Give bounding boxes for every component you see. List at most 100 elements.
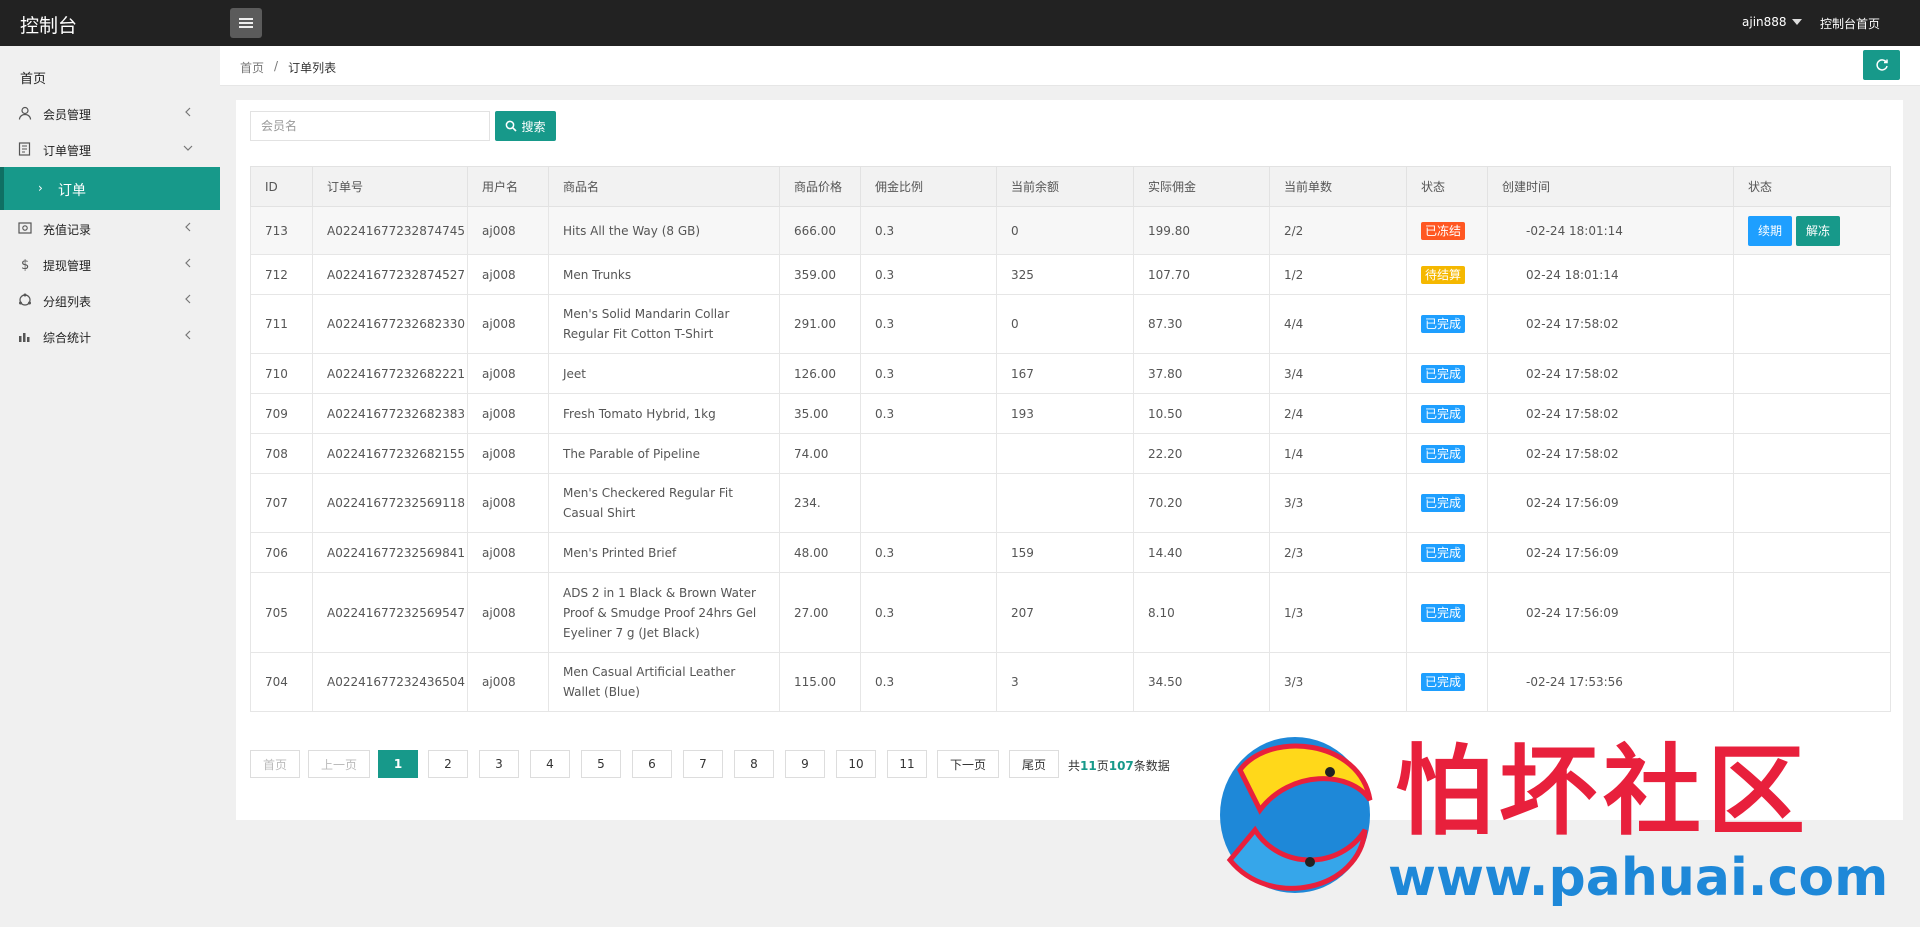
sidebar-item-label: 提现管理 <box>43 259 92 273</box>
cell-status: 待结算 <box>1406 254 1488 295</box>
table-row: 708 A02241677232682155 aj008 The Parable of… <box>250 433 1891 474</box>
page-7-button[interactable]: 7 <box>683 750 723 778</box>
renew-button[interactable]: 续期 <box>1748 215 1793 246</box>
cell-balance <box>996 473 1134 533</box>
top-bar: 控制台 ajin888 控制台首页 <box>0 0 1920 46</box>
cell-created-time: 02-24 17:58:02 <box>1487 433 1734 474</box>
column-header: 状态 <box>1733 166 1891 207</box>
first-page-button[interactable]: 首页 <box>250 750 300 778</box>
cell-product: Fresh Tomato Hybrid, 1kg <box>548 393 780 434</box>
cell-id: 713 <box>250 206 313 255</box>
cell-status: 已完成 <box>1406 532 1488 573</box>
cell-product: Hits All the Way (8 GB) <box>548 206 780 255</box>
status-badge: 已完成 <box>1421 315 1466 333</box>
cell-user: aj008 <box>467 473 549 533</box>
cell-commission: 87.30 <box>1133 294 1270 354</box>
page-2-button[interactable]: 2 <box>428 750 468 778</box>
cell-price: 666.00 <box>779 206 861 255</box>
cell-balance: 193 <box>996 393 1134 434</box>
member-name-search-input[interactable] <box>250 111 490 141</box>
user-icon <box>18 106 32 120</box>
brand-title[interactable]: 控制台 <box>20 11 77 38</box>
order-icon <box>18 142 31 156</box>
cell-status: 已完成 <box>1406 473 1488 533</box>
cell-price: 48.00 <box>779 532 861 573</box>
cell-count: 1/3 <box>1269 572 1407 653</box>
cell-balance: 3 <box>996 652 1134 712</box>
page-1-button[interactable]: 1 <box>378 750 418 778</box>
cell-commission: 10.50 <box>1133 393 1270 434</box>
cell-product: Men's Printed Brief <box>548 532 780 573</box>
refresh-button[interactable] <box>1863 50 1900 80</box>
cell-commission: 37.80 <box>1133 353 1270 394</box>
sidebar-item-orders[interactable]: 订单管理 <box>0 134 220 164</box>
cell-actions: 续期 解冻 <box>1733 206 1891 255</box>
cell-ratio <box>860 473 997 533</box>
menu-toggle-button[interactable] <box>230 8 262 38</box>
page-8-button[interactable]: 8 <box>734 750 774 778</box>
column-header: 用户名 <box>467 166 549 207</box>
column-header: 订单号 <box>312 166 468 207</box>
breadcrumb-bar: 首页 / 订单列表 <box>220 46 1920 86</box>
pagination-info: 共11页107条数据 <box>1068 757 1170 774</box>
page-6-button[interactable]: 6 <box>632 750 672 778</box>
cell-user: aj008 <box>467 572 549 653</box>
sidebar-item-label: 综合统计 <box>43 331 92 345</box>
chart-icon <box>19 333 30 342</box>
cell-commission: 14.40 <box>1133 532 1270 573</box>
unfreeze-button[interactable]: 解冻 <box>1796 215 1841 246</box>
search-button[interactable]: 搜索 <box>495 111 556 141</box>
cell-product: ADS 2 in 1 Black & Brown Water Proof & S… <box>548 572 780 653</box>
column-header: 创建时间 <box>1487 166 1734 207</box>
cell-user: aj008 <box>467 652 549 712</box>
sidebar-item-groups[interactable]: 分组列表 <box>0 285 220 315</box>
cell-count: 2/3 <box>1269 532 1407 573</box>
page-10-button[interactable]: 10 <box>836 750 876 778</box>
cell-actions <box>1733 433 1891 474</box>
status-badge: 已完成 <box>1421 673 1466 691</box>
cell-count: 3/4 <box>1269 353 1407 394</box>
sidebar-item-label: 分组列表 <box>43 295 92 309</box>
username: ajin888 <box>1742 15 1787 29</box>
console-home-link[interactable]: 控制台首页 <box>1820 15 1880 32</box>
cell-created-time: 02-24 17:58:02 <box>1487 353 1734 394</box>
page-3-button[interactable]: 3 <box>479 750 519 778</box>
page-11-button[interactable]: 11 <box>887 750 927 778</box>
status-badge: 已完成 <box>1421 494 1466 512</box>
chevron-left-icon <box>185 330 191 340</box>
sidebar-item-recharge[interactable]: 充值记录 <box>0 213 220 243</box>
cell-count: 2/4 <box>1269 393 1407 434</box>
cell-order-no: A02241677232436504 <box>312 652 468 712</box>
next-page-button[interactable]: 下一页 <box>937 750 999 778</box>
cell-count: 4/4 <box>1269 294 1407 354</box>
cell-user: aj008 <box>467 254 549 295</box>
sidebar-item-members[interactable]: 会员管理 <box>0 98 220 128</box>
page-5-button[interactable]: 5 <box>581 750 621 778</box>
sidebar-item-home[interactable]: 首页 <box>20 68 46 87</box>
sidebar-item-withdraw[interactable]: $ 提现管理 <box>0 249 220 279</box>
sidebar-item-statistics[interactable]: 综合统计 <box>0 321 220 351</box>
svg-text:$: $ <box>21 258 29 271</box>
prev-page-button[interactable]: 上一页 <box>308 750 370 778</box>
user-menu[interactable]: ajin888 <box>1742 15 1802 29</box>
group-icon <box>19 293 31 306</box>
breadcrumb-home[interactable]: 首页 <box>240 59 264 76</box>
table-row: 709 A02241677232682383 aj008 Fresh Tomato H… <box>250 393 1891 434</box>
cell-commission: 107.70 <box>1133 254 1270 295</box>
page-9-button[interactable]: 9 <box>785 750 825 778</box>
cell-count: 3/3 <box>1269 652 1407 712</box>
status-badge: 待结算 <box>1421 265 1466 284</box>
cell-status: 已完成 <box>1406 353 1488 394</box>
page-4-button[interactable]: 4 <box>530 750 570 778</box>
cell-created-time: 02-24 17:56:09 <box>1487 572 1734 653</box>
last-page-button[interactable]: 尾页 <box>1009 750 1059 778</box>
cell-user: aj008 <box>467 532 549 573</box>
cell-status: 已完成 <box>1406 572 1488 653</box>
cell-order-no: A02241677232569547 <box>312 572 468 653</box>
table-header-row: ID 订单号 用户名 商品名 商品价格 佣金比例 当前余额 实际佣金 当前单数 … <box>250 166 1891 207</box>
sidebar-subitem-order[interactable]: › 订单 <box>0 167 220 210</box>
cell-user: aj008 <box>467 433 549 474</box>
cell-ratio: 0.3 <box>860 393 997 434</box>
cell-ratio: 0.3 <box>860 254 997 295</box>
status-badge: 已冻结 <box>1421 221 1466 240</box>
